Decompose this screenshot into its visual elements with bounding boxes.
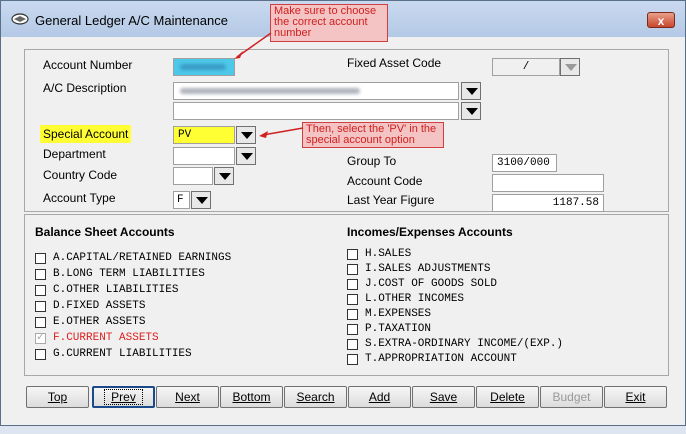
account-type-field[interactable]: F <box>173 191 190 209</box>
callout-account-number: Make sure to choose the correct account … <box>270 4 388 42</box>
account-category-label[interactable]: J.COST OF GOODS SOLD <box>365 278 497 290</box>
ac-description-1-dropdown-icon[interactable] <box>461 82 481 100</box>
account-category-label[interactable]: H.SALES <box>365 248 411 260</box>
special-account-field[interactable]: PV <box>173 126 235 144</box>
account-category-checkbox[interactable] <box>347 339 358 350</box>
account-category-checkbox[interactable] <box>347 249 358 260</box>
search-button[interactable]: Search <box>284 386 347 408</box>
account-category-checkbox[interactable] <box>347 324 358 335</box>
account-category-checkbox[interactable] <box>35 330 46 344</box>
app-icon <box>11 13 29 25</box>
bottom-button[interactable]: Bottom <box>220 386 283 408</box>
country-code-label: Country Code <box>43 168 118 182</box>
account-category-checkbox[interactable] <box>347 264 358 275</box>
account-code-label: Account Code <box>347 174 423 188</box>
close-button[interactable]: x <box>647 12 675 28</box>
budget-button: Budget <box>540 386 603 408</box>
prev-button[interactable]: Prev <box>92 386 155 408</box>
delete-button[interactable]: Delete <box>476 386 539 408</box>
account-category-label[interactable]: A.CAPITAL/RETAINED EARNINGS <box>53 252 231 264</box>
account-category-label[interactable]: E.OTHER ASSETS <box>53 316 145 328</box>
account-category-label[interactable]: S.EXTRA-ORDINARY INCOME/(EXP.) <box>365 338 563 350</box>
callout-arrow-2-icon <box>259 127 304 138</box>
last-year-figure-field[interactable]: 1187.58 <box>492 194 604 212</box>
special-account-dropdown-icon[interactable] <box>236 126 256 144</box>
account-category-checkbox[interactable] <box>347 309 358 320</box>
country-code-field[interactable] <box>173 167 213 185</box>
account-category-checkbox[interactable] <box>347 279 358 290</box>
next-button[interactable]: Next <box>156 386 219 408</box>
fixed-asset-code-field[interactable]: / <box>492 58 560 76</box>
account-category-checkbox[interactable] <box>347 354 358 365</box>
account-categories-panel: Balance Sheet Accounts A.CAPITAL/RETAINE… <box>24 214 669 376</box>
ac-description-label: A/C Description <box>43 81 127 95</box>
account-category-checkbox[interactable] <box>35 317 46 328</box>
add-button[interactable]: Add <box>348 386 411 408</box>
group-to-label: Group To <box>347 154 397 168</box>
callout-arrow-1-icon <box>234 32 272 59</box>
save-button[interactable]: Save <box>412 386 475 408</box>
callout-special-account: Then, select the 'PV' in the special acc… <box>302 122 444 148</box>
account-category-checkbox[interactable] <box>347 294 358 305</box>
fixed-asset-code-dropdown-icon[interactable] <box>560 58 580 76</box>
account-type-label: Account Type <box>43 191 116 205</box>
account-category-label[interactable]: I.SALES ADJUSTMENTS <box>365 263 490 275</box>
income-expenses-title: Incomes/Expenses Accounts <box>347 225 513 239</box>
main-window: General Ledger A/C Maintenance x Account… <box>0 0 686 426</box>
department-dropdown-icon[interactable] <box>236 147 256 165</box>
account-category-label[interactable]: F.CURRENT ASSETS <box>53 332 159 344</box>
account-number-field[interactable] <box>173 58 235 76</box>
taskbar <box>0 426 686 434</box>
account-category-checkbox[interactable] <box>35 301 46 312</box>
country-code-dropdown-icon[interactable] <box>214 167 234 185</box>
ac-description-field-1[interactable] <box>173 82 459 100</box>
account-category-checkbox[interactable] <box>35 349 46 360</box>
ac-description-2-dropdown-icon[interactable] <box>461 102 481 120</box>
account-category-checkbox[interactable] <box>35 253 46 264</box>
account-category-label[interactable]: M.EXPENSES <box>365 308 431 320</box>
account-category-label[interactable]: P.TAXATION <box>365 323 431 335</box>
group-to-field[interactable]: 3100/000 <box>492 154 557 172</box>
ac-description-field-2[interactable] <box>173 102 459 120</box>
department-field[interactable] <box>173 147 235 165</box>
client-area: Account Number Fixed Asset Code / A/C De… <box>9 37 677 421</box>
exit-button[interactable]: Exit <box>604 386 667 408</box>
account-category-checkbox[interactable] <box>35 269 46 280</box>
account-code-field[interactable] <box>492 174 604 192</box>
account-category-label[interactable]: L.OTHER INCOMES <box>365 293 464 305</box>
special-account-label: Special Account <box>40 125 131 143</box>
account-category-label[interactable]: C.OTHER LIABILITIES <box>53 284 178 296</box>
fixed-asset-code-label: Fixed Asset Code <box>347 56 442 70</box>
account-type-dropdown-icon[interactable] <box>191 191 211 209</box>
account-category-checkbox[interactable] <box>35 285 46 296</box>
account-category-label[interactable]: D.FIXED ASSETS <box>53 300 145 312</box>
account-category-label[interactable]: B.LONG TERM LIABILITIES <box>53 268 205 280</box>
account-category-label[interactable]: G.CURRENT LIABILITIES <box>53 348 192 360</box>
department-label: Department <box>43 147 106 161</box>
account-category-label[interactable]: T.APPROPRIATION ACCOUNT <box>365 353 517 365</box>
balance-sheet-title: Balance Sheet Accounts <box>35 225 175 239</box>
window-title: General Ledger A/C Maintenance <box>35 13 228 28</box>
account-number-label: Account Number <box>43 58 133 72</box>
top-button[interactable]: Top <box>26 386 89 408</box>
last-year-figure-label: Last Year Figure <box>347 193 435 207</box>
